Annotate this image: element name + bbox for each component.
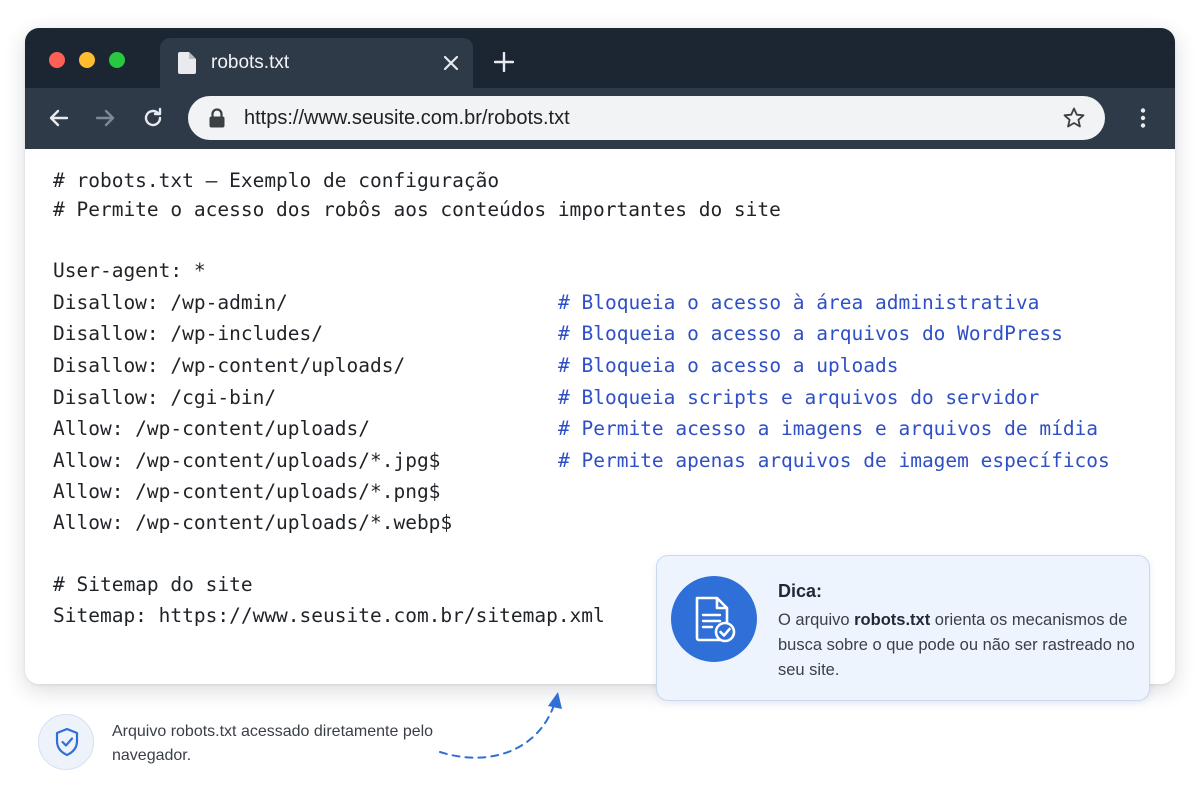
dashed-arrow-icon	[439, 692, 562, 759]
shield-badge	[38, 714, 94, 770]
tip-title: Dica:	[778, 581, 823, 601]
close-tab-icon[interactable]	[442, 54, 460, 72]
tip-card: Dica: O arquivo robots.txt orienta os me…	[656, 555, 1150, 701]
maximize-window-button[interactable]	[109, 52, 125, 68]
code-line: # robots.txt – Exemplo de configuração	[53, 169, 500, 192]
file-icon	[178, 52, 196, 74]
code-line: Disallow: /wp-admin/	[53, 291, 288, 314]
tab-title: robots.txt	[211, 52, 290, 73]
url-text[interactable]: https://www.seusite.com.br/robots.txt	[244, 107, 570, 129]
bookmark-star-icon[interactable]	[1062, 106, 1086, 130]
caption-text: Arquivo robots.txt acessado diretamente …	[112, 723, 434, 764]
code-line: # Sitemap do site	[53, 573, 253, 596]
new-tab-icon[interactable]	[494, 52, 514, 72]
tip-icon-circle	[671, 576, 757, 662]
code-line: Allow: /wp-content/uploads/*.png$	[53, 480, 441, 503]
code-line: Allow: /wp-content/uploads/*.jpg$	[53, 449, 441, 472]
code-comment: # Bloqueia o acesso a arquivos do WordPr…	[558, 322, 1063, 345]
tip-body-highlight: robots.txt	[854, 611, 931, 629]
back-icon[interactable]	[47, 106, 71, 130]
document-check-icon	[695, 596, 736, 643]
forward-icon[interactable]	[93, 106, 117, 130]
code-comment: # Permite acesso a imagens e arquivos de…	[558, 417, 1099, 440]
more-menu-icon[interactable]	[1131, 106, 1155, 130]
tab-bar: robots.txt	[25, 28, 1175, 88]
tip-body: O arquivo robots.txt orienta os mecanism…	[778, 608, 1138, 683]
browser-toolbar: https://www.seusite.com.br/robots.txt	[25, 88, 1175, 149]
code-line: Allow: /wp-content/uploads/*.webp$	[53, 511, 453, 534]
code-comment: # Bloqueia o acesso à área administrativ…	[558, 291, 1040, 314]
lock-icon[interactable]	[208, 108, 226, 128]
close-window-button[interactable]	[49, 52, 65, 68]
address-bar[interactable]: https://www.seusite.com.br/robots.txt	[188, 96, 1105, 140]
code-line: Disallow: /cgi-bin/	[53, 386, 277, 409]
code-line: Disallow: /wp-content/uploads/	[53, 354, 406, 377]
tip-body-prefix: O arquivo	[778, 611, 855, 629]
code-line: Allow: /wp-content/uploads/	[53, 417, 370, 440]
tab-robots-txt[interactable]: robots.txt	[160, 38, 473, 88]
code-line: Sitemap: https://www.seusite.com.br/site…	[53, 604, 605, 627]
code-line: User-agent: *	[53, 259, 206, 282]
code-line: # Permite o acesso dos robôs aos conteúd…	[53, 198, 781, 221]
reload-icon[interactable]	[141, 106, 165, 130]
code-comment: # Permite apenas arquivos de imagem espe…	[558, 449, 1110, 472]
minimize-window-button[interactable]	[79, 52, 95, 68]
code-line: Disallow: /wp-includes/	[53, 322, 324, 345]
code-comment: # Bloqueia o acesso a uploads	[558, 354, 899, 377]
shield-check-icon	[55, 727, 79, 757]
code-comment: # Bloqueia scripts e arquivos do servido…	[558, 386, 1040, 409]
